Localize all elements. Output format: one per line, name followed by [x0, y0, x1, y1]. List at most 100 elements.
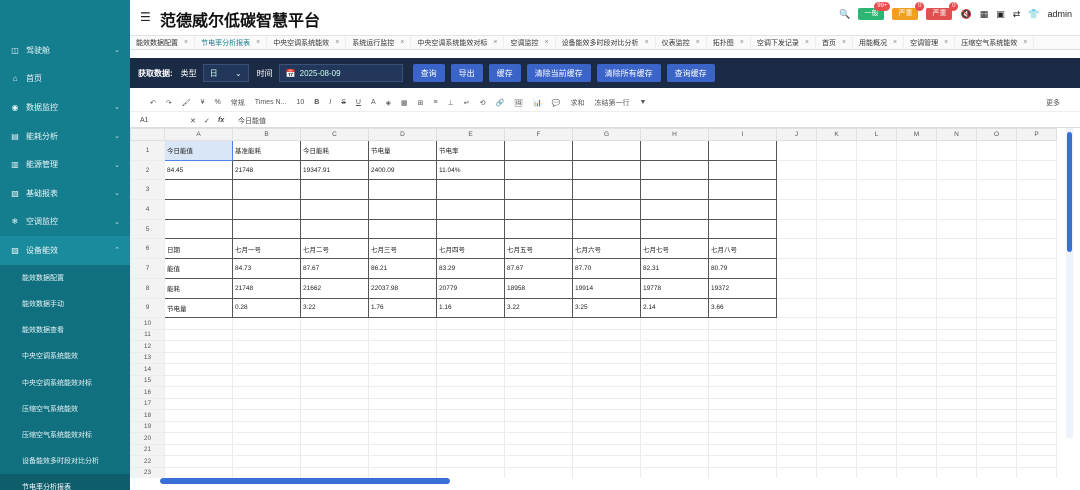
alarm-badge-severe[interactable]: 严重 0: [926, 2, 959, 20]
grid-cell[interactable]: [1016, 351, 1057, 365]
grid-cell[interactable]: [896, 199, 937, 220]
grid-cell[interactable]: [816, 199, 857, 220]
grid-cell[interactable]: [896, 363, 937, 376]
grid-cell[interactable]: 83.29: [436, 258, 505, 279]
grid-cell[interactable]: [300, 317, 369, 330]
grid-cell[interactable]: [1016, 432, 1057, 445]
grid-cell[interactable]: [708, 443, 777, 457]
grid-cell[interactable]: [976, 297, 1017, 319]
grid-cell[interactable]: [816, 277, 857, 299]
tab[interactable]: 空调监控 ×: [504, 36, 556, 49]
grid-cell[interactable]: [1016, 374, 1057, 388]
row-header[interactable]: 13: [130, 351, 165, 365]
grid-cell[interactable]: [776, 218, 817, 240]
grid-cell[interactable]: [368, 397, 437, 411]
grid-cell[interactable]: [572, 466, 641, 478]
toolbar-button[interactable]: 清除当前缓存: [526, 64, 591, 82]
grid-cell[interactable]: [776, 374, 817, 388]
tab[interactable]: 节电率分析报表 ×: [195, 36, 268, 49]
tab[interactable]: 空调下发记录 ×: [751, 36, 816, 49]
grid-cell[interactable]: [896, 386, 937, 399]
grid-cell[interactable]: [640, 317, 709, 330]
grid-cell[interactable]: [572, 179, 641, 201]
grid-cell[interactable]: [816, 466, 857, 478]
grid-cell[interactable]: [856, 277, 897, 299]
close-icon[interactable]: ×: [805, 39, 809, 46]
cell-reference[interactable]: A1: [130, 117, 190, 124]
spreadsheet-grid[interactable]: ABCDEFGHIJKLMNOP 1 今日能值 基准能耗 今日能耗 节电量 节电率 2 84.…: [130, 128, 1074, 478]
grid-cell[interactable]: 87.67: [300, 258, 369, 279]
font-family-select[interactable]: Times N...: [255, 99, 287, 106]
toolbar-button[interactable]: 查询: [412, 64, 445, 82]
grid-cell[interactable]: [300, 397, 369, 411]
grid-cell[interactable]: [776, 432, 817, 445]
grid-cell[interactable]: [776, 397, 817, 411]
column-header[interactable]: C: [300, 128, 369, 141]
grid-cell[interactable]: [816, 317, 857, 330]
font-color-icon[interactable]: A: [371, 99, 376, 106]
grid-cell[interactable]: [232, 199, 301, 220]
grid-cell[interactable]: [708, 397, 777, 411]
grid-cell[interactable]: [896, 432, 937, 445]
grid-cell[interactable]: [976, 317, 1017, 330]
grid-cell[interactable]: [856, 374, 897, 388]
grid-cell[interactable]: [1016, 258, 1057, 279]
grid-cell[interactable]: [816, 297, 857, 319]
grid-cell[interactable]: [300, 374, 369, 388]
grid-cell[interactable]: [708, 386, 777, 399]
grid-cell[interactable]: [436, 409, 505, 422]
grid-cell[interactable]: [816, 386, 857, 399]
grid-cell[interactable]: [856, 443, 897, 457]
grid-cell[interactable]: [572, 420, 641, 434]
grid-cell[interactable]: [164, 420, 233, 434]
tab[interactable]: 中央空调系统能效 ×: [267, 36, 347, 49]
grid-cell[interactable]: [708, 340, 777, 353]
grid-cell[interactable]: [640, 140, 709, 161]
toolbar-button[interactable]: 清除所有缓存: [596, 64, 661, 82]
grid-cell[interactable]: [436, 179, 505, 201]
grid-cell[interactable]: [640, 328, 709, 342]
grid-cell[interactable]: [232, 409, 301, 422]
grid-cell[interactable]: [368, 432, 437, 445]
column-header[interactable]: K: [816, 128, 857, 141]
currency-icon[interactable]: ¥: [201, 99, 205, 106]
grid-cell[interactable]: [708, 374, 777, 388]
tab[interactable]: 首页 ×: [816, 36, 854, 49]
grid-cell[interactable]: [504, 397, 573, 411]
row-header[interactable]: 15: [130, 374, 165, 388]
grid-cell[interactable]: [368, 351, 437, 365]
grid-cell[interactable]: [640, 409, 709, 422]
grid-cell[interactable]: [1016, 140, 1057, 161]
grid-cell[interactable]: [640, 218, 709, 240]
grid-cell[interactable]: [1016, 397, 1057, 411]
grid-cell[interactable]: [936, 466, 977, 478]
grid-cell[interactable]: [300, 466, 369, 478]
grid-cell[interactable]: [936, 340, 977, 353]
grid-cell[interactable]: [896, 159, 937, 181]
grid-cell[interactable]: 3.22: [300, 297, 369, 319]
grid-cell[interactable]: [856, 420, 897, 434]
grid-cell[interactable]: [896, 397, 937, 411]
valign-icon[interactable]: ⊥: [448, 99, 454, 107]
layout-icon[interactable]: ▦: [980, 9, 989, 20]
search-icon[interactable]: 🔍: [839, 9, 850, 20]
cancel-icon[interactable]: ✕: [190, 117, 204, 125]
grid-cell[interactable]: [1016, 199, 1057, 220]
grid-cell[interactable]: [572, 374, 641, 388]
grid-cell[interactable]: [976, 238, 1017, 260]
tab[interactable]: 用能概况 ×: [853, 36, 905, 49]
grid-cell[interactable]: [436, 386, 505, 399]
border-icon[interactable]: ▦: [401, 99, 408, 107]
grid-cell[interactable]: 日期: [164, 238, 233, 260]
scroll-thumb[interactable]: [1067, 132, 1072, 252]
grid-cell[interactable]: [368, 179, 437, 201]
grid-cell[interactable]: [164, 409, 233, 422]
grid-cell[interactable]: [708, 455, 777, 468]
grid-cell[interactable]: [1016, 159, 1057, 181]
grid-cell[interactable]: [504, 420, 573, 434]
grid-cell[interactable]: 能值: [164, 258, 233, 279]
grid-cell[interactable]: [368, 409, 437, 422]
grid-cell[interactable]: [856, 297, 897, 319]
sidebar-item[interactable]: ⌂ 首页: [0, 65, 130, 94]
row-header[interactable]: 14: [130, 363, 165, 376]
